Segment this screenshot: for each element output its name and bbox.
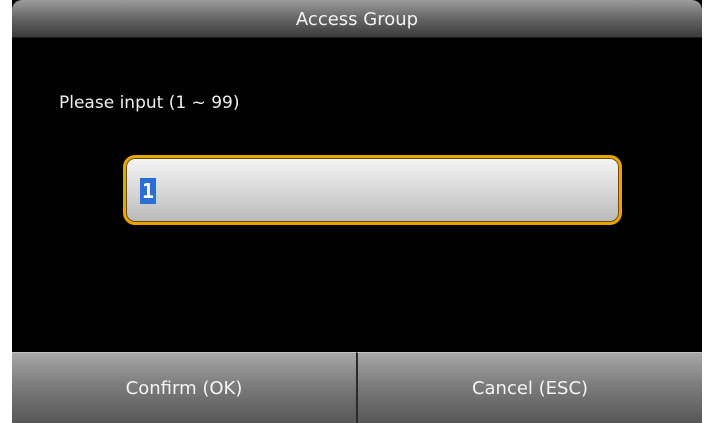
input-value-selected: 1 [140,178,157,204]
dialog-title: Access Group [295,9,419,30]
title-bar: Access Group [12,0,702,38]
cancel-button[interactable]: Cancel (ESC) [356,352,702,423]
button-bar: Confirm (OK) Cancel (ESC) [12,352,702,423]
confirm-button[interactable]: Confirm (OK) [12,352,356,423]
access-group-input[interactable]: 1 [123,155,622,225]
input-prompt: Please input (1 ~ 99) [59,93,240,113]
device-screen: Access Group Please input (1 ~ 99) 1 Con… [12,0,702,423]
